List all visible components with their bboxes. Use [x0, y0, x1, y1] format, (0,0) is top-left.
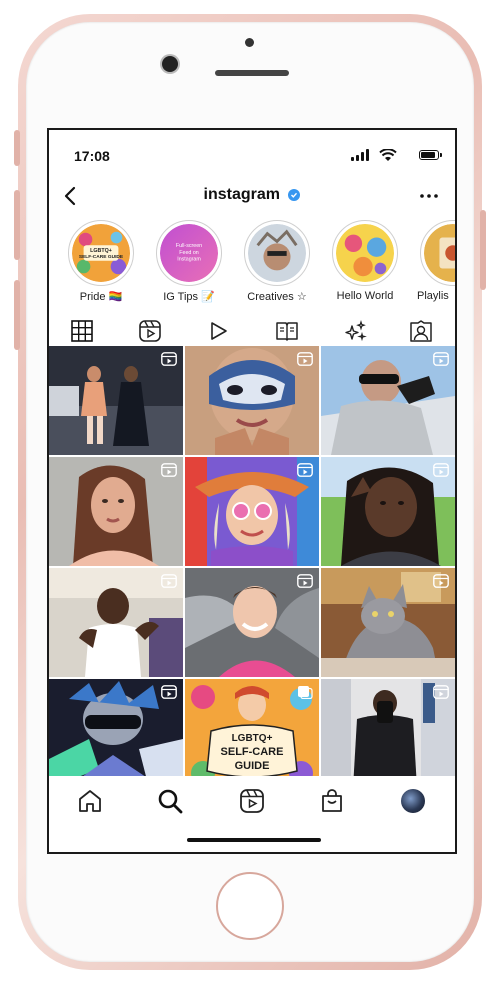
reel-icon — [161, 352, 177, 366]
grid-post-7[interactable] — [49, 568, 183, 677]
story-highlights: LGBTQ+ SELF-CARE GUIDE Pride 🏳️‍🌈 Full-s… — [61, 220, 455, 303]
grid-post-2[interactable] — [185, 346, 319, 455]
pride-cover-text-2: SELF-CARE GUIDE — [79, 254, 124, 260]
highlight-label: Hello World — [336, 290, 394, 302]
reels-icon — [139, 320, 161, 342]
header-title-wrap: instagram — [49, 186, 455, 204]
home-indicator — [187, 838, 321, 842]
grid-post-9[interactable] — [321, 568, 455, 677]
grid-tab[interactable] — [63, 314, 103, 348]
status-time: 17:08 — [74, 148, 110, 164]
highlight-playlist[interactable]: Playlis — [413, 220, 455, 302]
grid-post-5[interactable] — [185, 457, 319, 566]
sparkles-icon — [345, 320, 367, 342]
highlight-label: Playlis — [417, 290, 449, 302]
grid-post-6[interactable] — [321, 457, 455, 566]
side-button-power — [480, 210, 486, 290]
tips-cover-text: Full-screen — [176, 243, 202, 249]
wifi-icon — [379, 149, 397, 161]
reel-icon — [433, 574, 449, 588]
app-screen: 17:08 instagram LGBTQ+ SELF-CARE GUIDE P… — [47, 128, 457, 854]
grid-post-11[interactable]: LGBTQ+ SELF-CARE GUIDE — [185, 679, 319, 776]
search-icon[interactable] — [157, 788, 183, 814]
post-grid: LGBTQ+ SELF-CARE GUIDE — [49, 346, 455, 776]
reel-icon — [161, 574, 177, 588]
grid-post-1[interactable] — [49, 346, 183, 455]
side-button-mute — [14, 130, 20, 166]
side-button-volume-down — [14, 280, 20, 350]
status-bar: 17:08 — [49, 130, 455, 180]
highlight-ring: Full-screen Feed on Instagram — [156, 220, 222, 286]
home-button[interactable] — [216, 872, 284, 940]
grid-post-4[interactable] — [49, 457, 183, 566]
signal-icon — [351, 149, 371, 161]
carousel-icon — [298, 686, 313, 699]
pride-cover-text: LGBTQ+ — [90, 248, 112, 254]
ig-tips-cover: Full-screen Feed on Instagram — [160, 224, 218, 282]
guide-cover-line-2: SELF-CARE — [221, 746, 284, 758]
highlight-label: Creatives ☆ — [247, 291, 307, 303]
bottom-nav — [49, 776, 455, 824]
hello-world-cover — [336, 224, 394, 282]
grid-icon — [71, 320, 93, 342]
guide-cover-line-3: GUIDE — [235, 760, 270, 772]
reels-tab[interactable] — [131, 314, 171, 348]
reels-icon[interactable] — [239, 788, 265, 814]
profile-header: instagram — [49, 178, 455, 214]
battery-icon — [419, 150, 442, 160]
shop-icon[interactable] — [319, 788, 345, 814]
home-icon[interactable] — [77, 788, 103, 814]
effects-tab[interactable] — [335, 314, 375, 348]
highlight-ring: LGBTQ+ SELF-CARE GUIDE — [68, 220, 134, 286]
highlight-pride[interactable]: LGBTQ+ SELF-CARE GUIDE Pride 🏳️‍🌈 — [61, 220, 141, 303]
highlight-ring — [420, 220, 455, 286]
reel-icon — [161, 463, 177, 477]
tips-cover-text-3: Instagram — [177, 257, 201, 263]
reel-icon — [433, 685, 449, 699]
highlight-label: IG Tips 📝 — [163, 291, 215, 303]
videos-tab[interactable] — [199, 314, 239, 348]
grid-post-8[interactable] — [185, 568, 319, 677]
highlight-label: Pride 🏳️‍🌈 — [79, 291, 123, 303]
reel-icon — [161, 685, 177, 699]
reel-icon — [433, 352, 449, 366]
reel-icon — [297, 463, 313, 477]
earpiece-speaker — [215, 70, 289, 76]
play-icon — [211, 322, 227, 340]
creatives-cover — [248, 224, 306, 282]
profile-tabs — [49, 314, 455, 348]
tagged-tab[interactable] — [401, 314, 441, 348]
book-icon — [276, 322, 298, 341]
status-icons — [349, 149, 442, 163]
highlight-ig-tips[interactable]: Full-screen Feed on Instagram IG Tips 📝 — [149, 220, 229, 303]
verified-badge-icon — [288, 189, 301, 201]
highlight-hello-world[interactable]: Hello World — [325, 220, 405, 302]
pride-guide-cover: LGBTQ+ SELF-CARE GUIDE — [72, 224, 130, 282]
highlight-ring — [244, 220, 310, 286]
proximity-sensor — [245, 38, 254, 47]
grid-post-10[interactable] — [49, 679, 183, 776]
highlight-ring — [332, 220, 398, 286]
tips-cover-text-2: Feed on — [179, 250, 198, 256]
side-button-volume-up — [14, 190, 20, 260]
front-camera — [162, 56, 178, 72]
profile-avatar-icon[interactable] — [401, 789, 425, 813]
grid-post-3[interactable] — [321, 346, 455, 455]
guide-cover-line-1: LGBTQ+ — [232, 733, 273, 744]
reel-icon — [433, 463, 449, 477]
highlight-creatives[interactable]: Creatives ☆ — [237, 220, 317, 303]
grid-post-12[interactable] — [321, 679, 455, 776]
more-dots-icon[interactable] — [417, 184, 441, 208]
reel-icon — [297, 574, 313, 588]
reel-icon — [297, 352, 313, 366]
guides-tab[interactable] — [267, 314, 307, 348]
tagged-person-icon — [410, 320, 432, 342]
profile-username: instagram — [203, 186, 280, 203]
playlist-cover — [424, 224, 455, 282]
